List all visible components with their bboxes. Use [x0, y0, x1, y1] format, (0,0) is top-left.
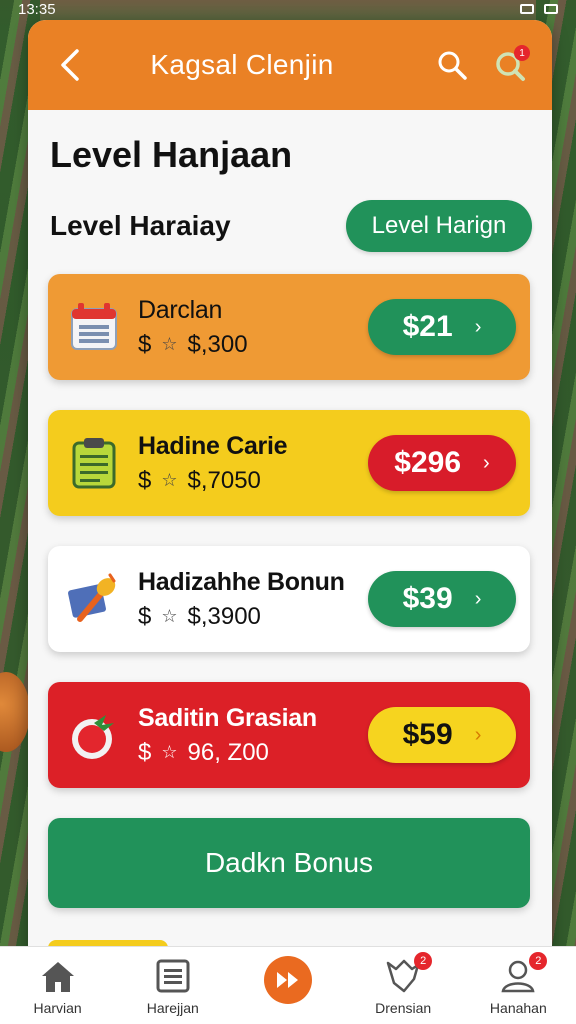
reward-card[interactable]: Hadizahhe Bonun $ ☆ $,3900 $39 › — [48, 546, 530, 652]
app-header: Kagsal Clenjin 1 — [28, 20, 552, 110]
card-text: Saditin Grasian $ ☆ 96, Z00 — [138, 704, 368, 767]
card-title: Darclan — [138, 295, 223, 324]
reward-card[interactable]: Hadine Carie $ ☆ $,7050 $296 › — [48, 410, 530, 516]
reward-list: Darclan $ ☆ $,300 $21 › Hadine Carie $ ☆… — [48, 274, 530, 788]
star-icon: ☆ — [161, 742, 178, 762]
bonus-button[interactable]: Dadkn Bonus — [48, 818, 530, 908]
star-icon: ☆ — [161, 606, 178, 626]
card-meta: $ ☆ 96, Z00 — [138, 739, 368, 767]
star-icon: ☆ — [161, 470, 178, 490]
card-meta: $ ☆ $,7050 — [138, 467, 368, 495]
status-icons — [520, 4, 558, 14]
price-button[interactable]: $59 › — [368, 707, 516, 763]
signal-icon — [520, 4, 534, 14]
card-meta: $ ☆ $,3900 — [138, 603, 368, 631]
card-text: Darclan $ ☆ $,300 — [138, 296, 368, 359]
nav-icon-wrap — [38, 956, 78, 996]
chevron-right-icon: › — [474, 315, 482, 338]
level-action-button[interactable]: Level Harign — [346, 200, 532, 252]
card-value: $,300 — [187, 330, 248, 358]
card-value: 96, Z00 — [187, 738, 269, 766]
currency-symbol: $ — [138, 466, 152, 494]
main-panel: Kagsal Clenjin 1 Level Hanjaan Level Har… — [28, 20, 552, 960]
nav-icon-wrap: 2 — [499, 951, 548, 996]
currency-symbol: $ — [138, 738, 152, 766]
card-title: Hadine Carie — [138, 431, 288, 460]
currency-symbol: $ — [138, 330, 152, 358]
nav-item-chat[interactable]: 2 Drensian — [348, 951, 458, 1016]
chevron-left-icon — [61, 49, 79, 81]
bottom-navigation: Harvian Harejjan 2 Drensian 2 Hanahan — [0, 946, 576, 1024]
card-title: Saditin Grasian — [138, 703, 317, 732]
home-icon — [41, 961, 74, 992]
reward-card[interactable]: Darclan $ ☆ $,300 $21 › — [48, 274, 530, 380]
search-button[interactable] — [432, 45, 472, 85]
clipboard-icon — [72, 438, 116, 489]
chevron-right-icon: › — [483, 451, 490, 474]
chevron-right-icon: › — [474, 723, 482, 746]
calendar-icon — [71, 303, 117, 350]
card-title: Hadizahhe Bonun — [138, 567, 345, 596]
notification-badge: 1 — [514, 45, 530, 61]
card-value: $,7050 — [187, 466, 261, 494]
nav-item-center[interactable] — [233, 955, 343, 1008]
battery-icon — [544, 4, 558, 14]
brush-icon — [68, 573, 116, 622]
nav-badge: 2 — [529, 951, 548, 970]
center-action-button[interactable] — [263, 955, 312, 1004]
status-time: 13:35 — [18, 0, 56, 18]
fast-forward-icon — [276, 971, 298, 988]
price-button[interactable]: $39 › — [368, 571, 516, 627]
card-value: $,3900 — [187, 602, 261, 630]
nav-label: Hanahan — [489, 999, 547, 1016]
card-text: Hadine Carie $ ☆ $,7050 — [138, 432, 368, 495]
nav-icon-wrap: 2 — [384, 951, 433, 996]
card-text: Hadizahhe Bonun $ ☆ $,3900 — [138, 568, 368, 631]
status-bar: 13:35 — [0, 0, 576, 18]
nav-item-list[interactable]: Harejjan — [118, 956, 228, 1016]
nav-item-home[interactable]: Harvian — [3, 956, 113, 1016]
price-label: $39 — [402, 582, 453, 615]
page-title: Level Hanjaan — [50, 134, 293, 175]
section-title: Level Haraiay — [50, 210, 231, 241]
header-title: Kagsal Clenjin — [150, 49, 334, 80]
star-icon: ☆ — [161, 334, 178, 354]
nav-label: Drensian — [375, 999, 432, 1016]
back-button[interactable] — [50, 45, 90, 85]
price-label: $21 — [402, 310, 453, 343]
card-meta: $ ☆ $,300 — [138, 331, 368, 359]
price-label: $59 — [402, 718, 453, 751]
section-header: Level Haraiay Level Harign — [50, 200, 532, 252]
search-icon — [438, 51, 467, 80]
nav-label: Harejjan — [146, 999, 199, 1016]
price-button[interactable]: $296 › — [368, 435, 516, 491]
price-label: $296 — [394, 446, 462, 479]
nav-item-profile[interactable]: 2 Hanahan — [463, 951, 573, 1016]
chevron-right-icon: › — [474, 587, 482, 610]
nav-icon-wrap — [155, 956, 191, 996]
tomato-icon — [72, 715, 114, 759]
currency-symbol: $ — [138, 602, 152, 630]
reward-card[interactable]: Saditin Grasian $ ☆ 96, Z00 $59 › — [48, 682, 530, 788]
list-icon — [156, 959, 190, 992]
nav-badge: 2 — [414, 951, 433, 970]
notifications-search-button[interactable]: 1 — [490, 45, 530, 85]
price-button[interactable]: $21 › — [368, 299, 516, 355]
nav-label: Harvian — [33, 999, 82, 1016]
